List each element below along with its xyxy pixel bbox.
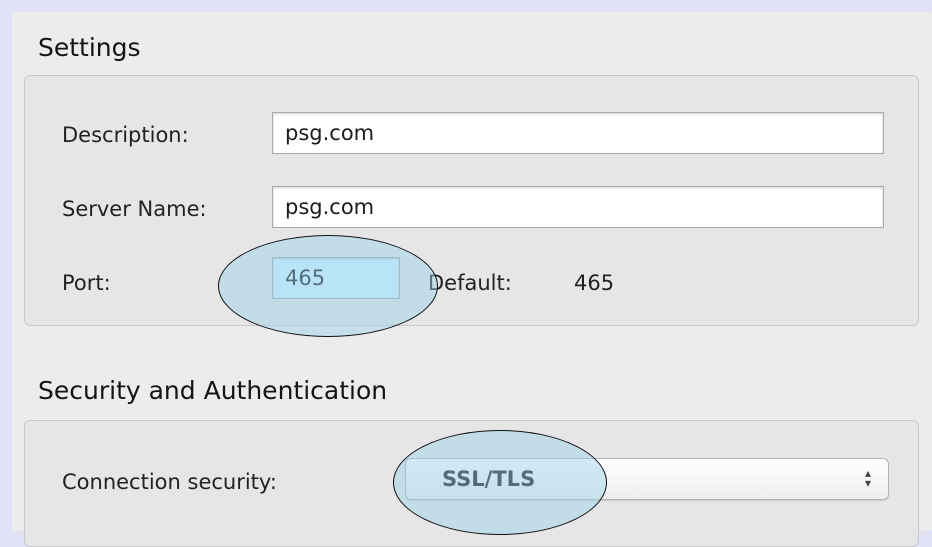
server-name-input[interactable] [272,186,884,228]
description-input[interactable] [272,112,884,154]
server-name-label: Server Name: [62,197,207,221]
connection-security-label: Connection security: [62,470,277,494]
port-default-value: 465 [574,271,615,295]
description-label: Description: [62,123,189,147]
security-section-title: Security and Authentication [38,376,388,405]
port-default-label: Default: [428,271,512,295]
connection-security-select[interactable]: SSL/TLS ▴ ▾ [405,458,889,500]
connection-security-value: SSL/TLS [442,467,536,491]
port-input[interactable] [272,257,400,299]
settings-section-title: Settings [38,33,141,62]
up-down-arrows-icon: ▴ ▾ [864,466,872,490]
port-label: Port: [62,271,111,295]
